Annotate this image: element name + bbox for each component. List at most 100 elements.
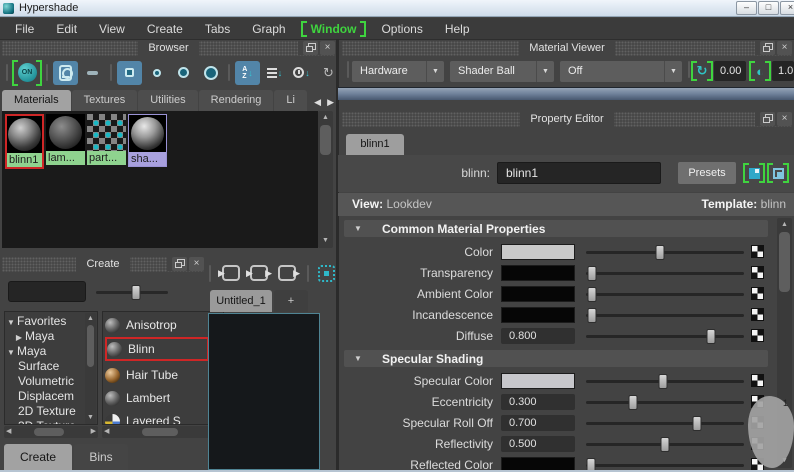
graph-input-connections-button[interactable]: ▶: [220, 264, 242, 282]
sort-alphabetical-button[interactable]: AZ ↓: [235, 61, 260, 85]
create-material-list[interactable]: Anisotrop Blinn Hair Tube Lambert Layere…: [102, 311, 224, 425]
list-view-button[interactable]: [80, 61, 105, 85]
color-swatch[interactable]: [501, 286, 575, 302]
swatch-lambert[interactable]: lam...: [46, 114, 85, 165]
scroll-down-icon[interactable]: ▼: [85, 413, 96, 423]
scroll-left-icon[interactable]: ◀: [104, 426, 109, 438]
scrollbar-thumb[interactable]: [87, 325, 94, 367]
material-viewer-viewport[interactable]: [338, 87, 794, 100]
swatch-size-xlarge-button[interactable]: [198, 61, 223, 85]
texture-map-button[interactable]: [751, 374, 764, 387]
exposure-value-field[interactable]: 1.0: [772, 61, 794, 81]
texture-map-button[interactable]: [751, 329, 764, 342]
close-button[interactable]: ×: [780, 1, 794, 15]
attr-slider[interactable]: [586, 380, 744, 383]
scroll-left-icon[interactable]: ◀: [6, 426, 11, 438]
node-name-input[interactable]: [497, 162, 661, 184]
scroll-right-icon[interactable]: ▶: [91, 426, 96, 438]
tree-item-maya[interactable]: ▼Maya: [5, 344, 97, 359]
swatch-size-slider[interactable]: [96, 291, 168, 294]
swatch-shader[interactable]: sha...: [128, 114, 167, 167]
expanded-icon[interactable]: ▼: [5, 348, 17, 357]
titlebar[interactable]: Hypershade – □ ×: [0, 0, 794, 17]
pe-close-button[interactable]: ×: [777, 112, 792, 126]
browser-close-button[interactable]: ×: [320, 41, 335, 55]
graph-output-connections-button[interactable]: ▶: [276, 264, 298, 282]
environment-rotation-icon[interactable]: ↻: [692, 62, 712, 80]
color-swatch[interactable]: [501, 244, 575, 260]
slider-handle[interactable]: [659, 374, 668, 389]
material-item-hair-tube[interactable]: Hair Tube: [105, 364, 209, 386]
slider-handle[interactable]: [588, 308, 597, 323]
tab-create[interactable]: Create: [4, 444, 72, 470]
menu-tabs[interactable]: Tabs: [194, 22, 241, 36]
menu-options[interactable]: Options: [370, 22, 433, 36]
color-swatch[interactable]: [501, 373, 575, 389]
material-viewer-header[interactable]: Material Viewer ×: [342, 41, 792, 56]
environment-dropdown[interactable]: Off▼: [560, 61, 682, 82]
tab-scroll-right-icon[interactable]: ▶: [327, 97, 334, 108]
create-panel-header[interactable]: Create ×: [2, 257, 204, 272]
presets-button[interactable]: Presets: [678, 162, 736, 184]
tab-utilities[interactable]: Utilities: [138, 90, 197, 111]
sort-by-type-button[interactable]: ↓: [262, 61, 287, 85]
attr-slider[interactable]: [586, 272, 744, 275]
attr-slider[interactable]: [586, 251, 744, 254]
slider-handle[interactable]: [706, 329, 715, 344]
tree-item-favorites[interactable]: ▼Favorites: [5, 314, 97, 329]
swatch-blinn1-selected[interactable]: blinn1: [5, 114, 44, 169]
scroll-up-icon[interactable]: ▲: [85, 314, 96, 324]
scrollbar-thumb[interactable]: [320, 125, 331, 155]
menu-window-highlighted[interactable]: Window: [302, 22, 366, 36]
tab-scroll-left-icon[interactable]: ◀: [314, 97, 321, 108]
menu-edit[interactable]: Edit: [45, 22, 88, 36]
tab-untitled-1[interactable]: Untitled_1: [210, 290, 272, 312]
copy-tab-icon[interactable]: [744, 164, 764, 182]
create-category-tree[interactable]: ▼Favorites ▶Maya ▼Maya Surface Volumetri…: [4, 311, 98, 425]
add-graph-tab-button[interactable]: +: [274, 290, 308, 312]
texture-map-button[interactable]: [751, 266, 764, 279]
color-swatch[interactable]: [501, 265, 575, 281]
scroll-up-icon[interactable]: ▲: [318, 113, 333, 123]
rotation-value-field[interactable]: 0.00: [714, 61, 746, 81]
tree-item-maya-fav[interactable]: ▶Maya: [5, 329, 97, 344]
attr-slider[interactable]: [586, 422, 744, 425]
node-editor-canvas[interactable]: [208, 313, 320, 470]
attr-slider[interactable]: [586, 335, 744, 338]
tab-blinn1[interactable]: blinn1: [346, 134, 404, 155]
graph-input-output-connections-button[interactable]: ▶▶: [248, 264, 270, 282]
menu-create[interactable]: Create: [136, 22, 194, 36]
swatch-size-medium-button[interactable]: [144, 61, 169, 85]
section-common-material-properties[interactable]: ▼ Common Material Properties: [344, 220, 768, 237]
material-item-lambert[interactable]: Lambert: [105, 387, 209, 409]
tab-rendering[interactable]: Rendering: [199, 90, 274, 111]
scrollbar-thumb[interactable]: [34, 428, 64, 436]
refresh-swatches-button[interactable]: ↻: [316, 61, 337, 85]
create-close-button[interactable]: ×: [189, 257, 204, 271]
value-field[interactable]: 0.700: [501, 415, 575, 431]
property-editor-header[interactable]: Property Editor ×: [342, 112, 792, 127]
tree-item-surface[interactable]: Surface: [5, 359, 97, 374]
large-swatch-view-button[interactable]: [53, 61, 78, 85]
slider-handle[interactable]: [629, 395, 638, 410]
clear-graph-button[interactable]: [318, 265, 335, 282]
texture-map-button[interactable]: [751, 287, 764, 300]
swatch-size-small-button[interactable]: [117, 61, 142, 85]
create-float-button[interactable]: [172, 257, 187, 271]
swatch-size-large-button[interactable]: [171, 61, 196, 85]
collapse-icon[interactable]: ▼: [352, 354, 364, 363]
scrollbar-thumb[interactable]: [779, 232, 790, 292]
tree-item-3d-texture[interactable]: 3D Texture: [5, 419, 97, 425]
renderer-dropdown[interactable]: Hardware▼: [352, 61, 444, 82]
material-list-hscrollbar[interactable]: ◀ ▶: [102, 426, 224, 438]
attr-slider[interactable]: [586, 443, 744, 446]
tree-item-2d-texture[interactable]: 2D Texture: [5, 404, 97, 419]
color-swatch[interactable]: [501, 307, 575, 323]
tree-item-displacement[interactable]: Displacem: [5, 389, 97, 404]
material-swatch-area[interactable]: blinn1 lam... part... sha...: [2, 111, 318, 248]
browser-float-button[interactable]: [303, 41, 318, 55]
tab-textures[interactable]: Textures: [72, 90, 138, 111]
tree-hscrollbar[interactable]: ◀ ▶: [4, 426, 98, 438]
section-specular-shading[interactable]: ▼ Specular Shading: [344, 350, 768, 367]
tear-off-copy-icon[interactable]: [768, 164, 788, 182]
